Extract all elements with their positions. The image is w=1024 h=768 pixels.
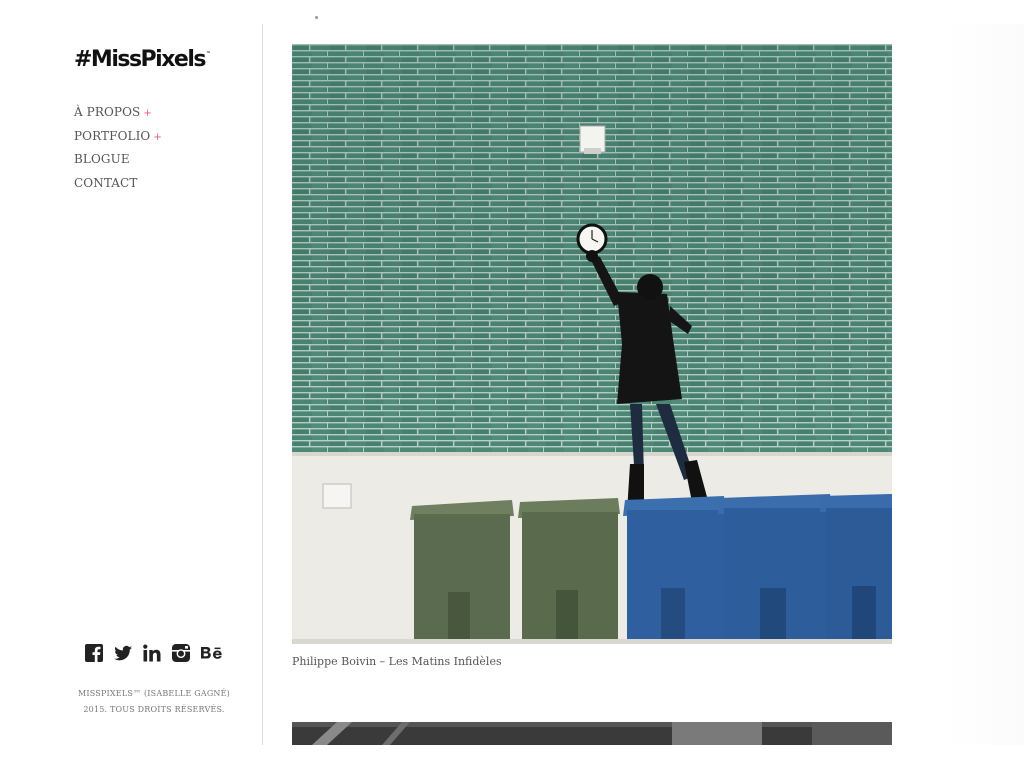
main-nav: À PROPOS + PORTFOLIO + BLOGUE CONTACT [74,104,162,199]
nav-item-label: BLOGUE [74,152,130,167]
window-bottom-edge [0,745,1024,768]
expand-plus-icon: + [143,108,152,119]
photo-caption: Philippe Boivin – Les Matins Infidèles [292,655,502,668]
nav-item-label: PORTFOLIO [74,128,151,143]
logo-text: #MissPixels [74,47,206,72]
twitter-icon[interactable] [113,643,133,663]
linkedin-icon[interactable] [142,643,162,663]
page: #MissPixels™ À PROPOS + PORTFOLIO + BLOGUE… [0,0,1024,745]
nav-item-a-propos[interactable]: À PROPOS + [74,104,162,128]
nav-item-blogue[interactable]: BLOGUE [74,151,162,175]
nav-item-label: CONTACT [74,176,138,191]
post-photo[interactable] [292,44,892,644]
nav-item-label: À PROPOS [74,105,141,119]
logo-trademark: ™ [205,51,211,57]
copyright-footer: MISSPIXELS™ (ISABELLE GAGNÉ) 2015. TOUS … [74,686,234,718]
behance-icon[interactable] [200,643,224,663]
sidebar: #MissPixels™ À PROPOS + PORTFOLIO + BLOGUE… [0,0,262,745]
instagram-icon[interactable] [171,643,191,663]
expand-plus-icon: + [153,131,162,143]
site-logo[interactable]: #MissPixels™ [74,47,211,72]
post-column: Philippe Boivin – Les Matins Infidèles [263,0,946,745]
right-margin [946,24,1024,745]
facebook-icon[interactable] [84,643,104,663]
previous-post-fragment [315,16,318,19]
nav-item-portfolio[interactable]: PORTFOLIO + [74,128,162,152]
copyright-line-2: 2015. TOUS DROITS RÉSERVÉS. [83,705,225,714]
nav-item-contact[interactable]: CONTACT [74,175,162,199]
copyright-line-1: MISSPIXELS™ (ISABELLE GAGNÉ) [78,689,230,698]
social-links [84,643,224,663]
next-post-photo[interactable] [292,722,892,745]
